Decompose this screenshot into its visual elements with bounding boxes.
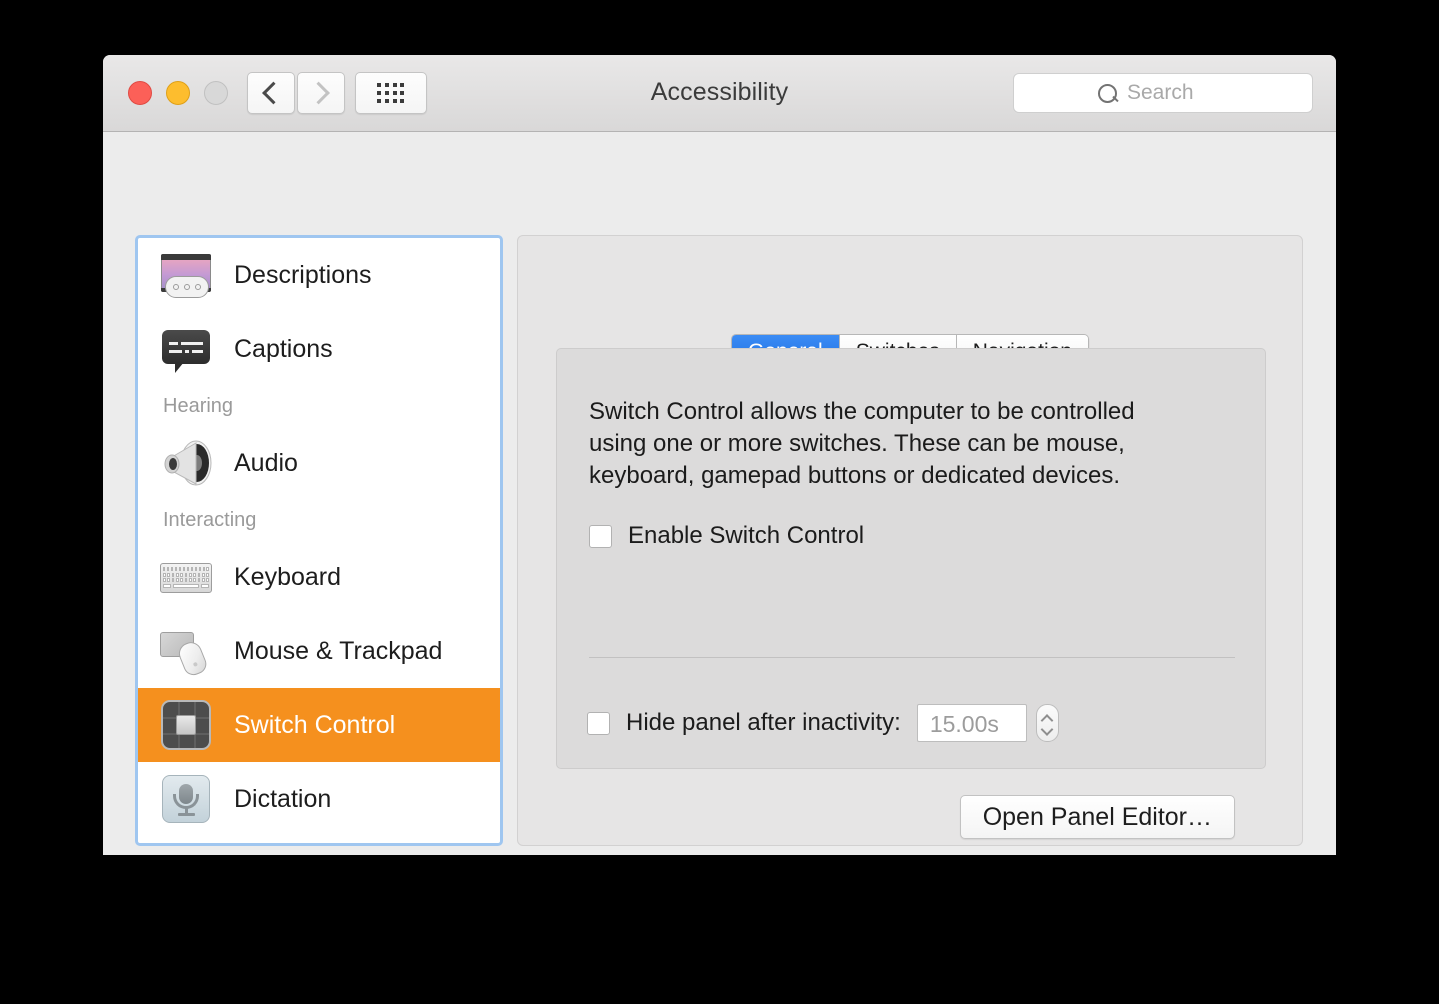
accessibility-feature-list[interactable]: Descriptions Captions Hearing Audio Inte… [135,235,503,846]
dictation-icon [159,772,213,826]
sidebar-item-audio[interactable]: Audio [138,426,500,500]
hide-panel-label: Hide panel after inactivity: [626,709,901,736]
sidebar-item-label: Mouse & Trackpad [234,636,443,665]
sidebar-group-interacting: Interacting [163,509,257,531]
general-tab-panel: Switch Control allows the computer to be… [556,348,1266,839]
detail-panel: General Switches Navigation Switch Contr… [517,235,1303,846]
sidebar-item-captions[interactable]: Captions [138,312,500,386]
sidebar-item-label: Dictation [234,784,332,813]
sidebar-group-hearing: Hearing [163,395,234,417]
section-divider [589,657,1235,658]
sidebar-item-label: Audio [234,448,298,477]
sidebar-item-label: Keyboard [234,562,342,591]
sidebar-item-label: Captions [234,334,333,363]
sidebar-item-switch-control[interactable]: Switch Control [138,688,500,762]
sidebar-item-label: Descriptions [234,260,372,289]
window-titlebar: Accessibility Search [103,55,1336,132]
system-preferences-window: Accessibility Search Descriptions Captio… [103,55,1336,855]
enable-switch-control-row[interactable]: Enable Switch Control [589,522,864,550]
sidebar-item-keyboard[interactable]: Keyboard [138,540,500,614]
search-input[interactable]: Search [1013,73,1313,113]
search-placeholder: Search [1127,81,1194,104]
search-icon [1098,84,1117,103]
sidebar-item-descriptions[interactable]: Descriptions [138,238,500,312]
captions-icon [159,322,213,376]
sidebar-item-mouse-trackpad[interactable]: Mouse & Trackpad [138,614,500,688]
audio-icon [159,436,213,490]
hide-panel-row[interactable]: Hide panel after inactivity: 15.00s [587,704,1059,742]
enable-switch-control-label: Enable Switch Control [628,522,865,549]
hide-panel-checkbox[interactable] [587,711,610,735]
inactivity-stepper[interactable] [1035,704,1059,742]
window-content: Descriptions Captions Hearing Audio Inte… [103,132,1336,855]
descriptions-icon [159,248,213,302]
stepper-down-icon[interactable] [1040,723,1054,736]
inactivity-duration-input[interactable]: 15.00s [916,704,1027,742]
switch-control-description: Switch Control allows the computer to be… [589,398,1135,489]
open-panel-editor-button[interactable]: Open Panel Editor… [959,795,1235,839]
keyboard-icon [159,550,213,604]
mouse-icon [159,624,213,679]
enable-switch-control-checkbox[interactable] [589,524,612,548]
sidebar-item-dictation[interactable]: Dictation [138,762,500,836]
switch-icon [159,698,213,752]
sidebar-item-label: Switch Control [234,710,396,739]
